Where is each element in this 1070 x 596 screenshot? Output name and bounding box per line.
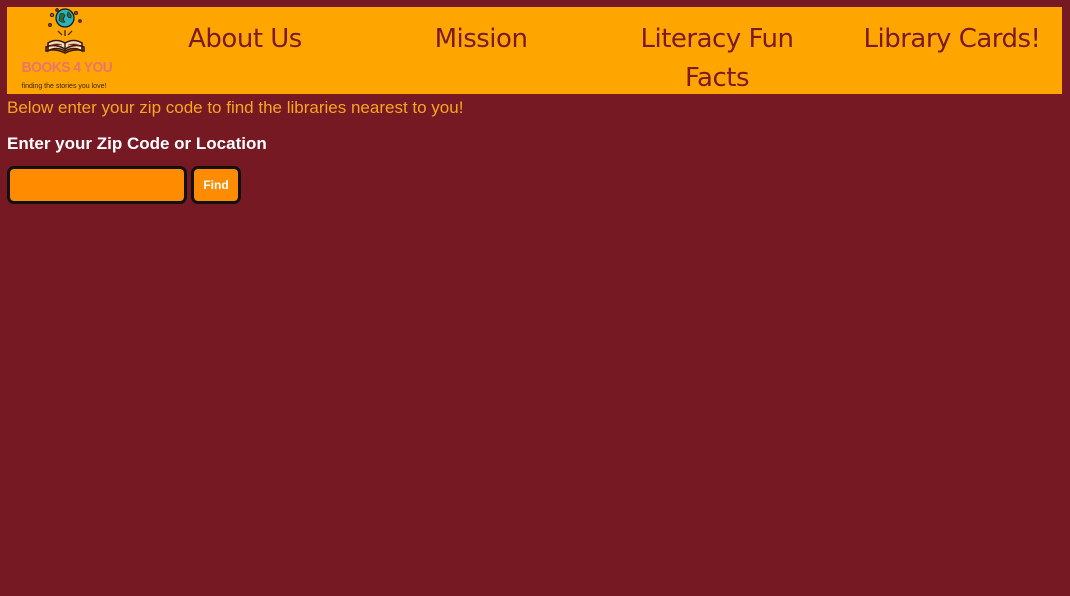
page: BOOKS 4 YOU finding the stories you love…	[0, 0, 1070, 596]
nav-link-mission-label: Mission	[434, 24, 528, 54]
zip-code-input[interactable]	[7, 166, 187, 204]
nav-link-about-us-label: About Us	[188, 24, 302, 54]
zip-code-label: Enter your Zip Code or Location	[7, 134, 267, 153]
nav-link-facts-label-line1: Literacy Fun	[640, 24, 794, 54]
globe-book-icon	[45, 8, 85, 54]
intro-text: Below enter your zip code to find the li…	[7, 98, 464, 117]
nav-link-library-cards-label: Library Cards!	[863, 24, 1041, 54]
nav-link-mission[interactable]: Mission	[396, 20, 566, 59]
logo-tagline: finding the stories you love!	[21, 83, 107, 90]
logo-title: BOOKS 4 YOU	[21, 59, 113, 76]
nav-link-library-cards[interactable]: Library Cards!	[842, 20, 1062, 59]
nav-link-literacy-fun-facts[interactable]: Literacy Fun Facts	[612, 20, 822, 98]
header-nav-bar: BOOKS 4 YOU finding the stories you love…	[7, 7, 1062, 94]
nav-link-facts-label-line2: Facts	[684, 63, 750, 93]
find-button[interactable]: Find	[191, 166, 241, 204]
site-logo[interactable]: BOOKS 4 YOU finding the stories you love…	[18, 7, 113, 94]
nav-link-about-us[interactable]: About Us	[160, 20, 330, 59]
